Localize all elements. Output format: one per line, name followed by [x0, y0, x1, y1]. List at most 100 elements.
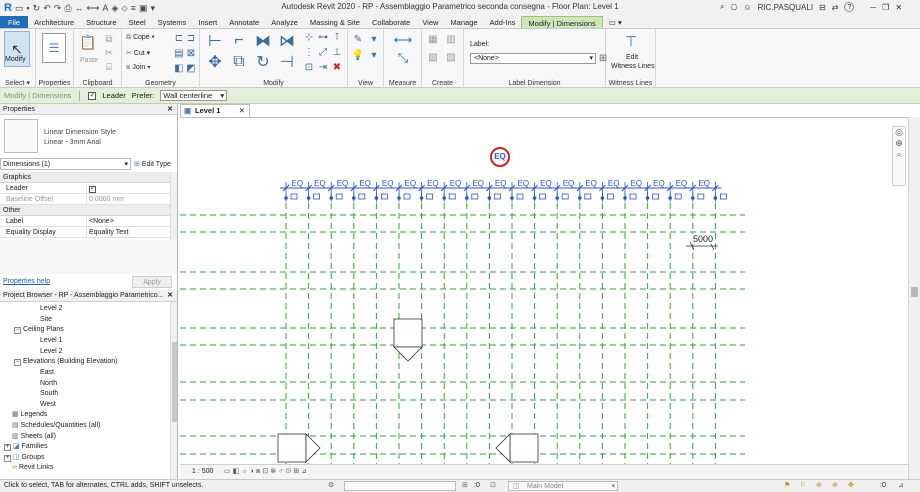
open-icon[interactable]: ▭ [15, 3, 24, 14]
canvas-scroll-thumb[interactable] [911, 287, 918, 297]
user-icon[interactable]: ☺ [743, 3, 751, 12]
group-other[interactable]: Other [0, 205, 170, 216]
tree-item-level-2[interactable]: Level 2 [40, 304, 63, 314]
tab-view[interactable]: View [416, 16, 444, 28]
mirror-axis-icon[interactable]: ⧓ [254, 32, 272, 50]
tree-item-groups[interactable]: + ◫ Groups [4, 453, 45, 463]
linework-icon[interactable]: ▾ [368, 33, 380, 45]
split-face-icon[interactable]: ⊐ [186, 33, 196, 44]
3d-view-icon[interactable]: ◈ [111, 3, 118, 14]
measure-icon[interactable]: ↔ [75, 3, 84, 13]
dimension-icon[interactable]: ⟷ [87, 3, 100, 14]
properties-help-link[interactable]: Properties help [3, 278, 50, 285]
canvas-vertical-scrollbar[interactable] [908, 117, 920, 479]
tab-analyze[interactable]: Analyze [265, 16, 304, 28]
tab-structure[interactable]: Structure [80, 16, 122, 28]
paint-icon[interactable]: ▤ [174, 48, 184, 59]
tree-item-north[interactable]: North [40, 379, 57, 389]
measure-between-icon[interactable]: ⟷ [388, 32, 418, 47]
override-graphics-icon[interactable]: ✎ [352, 33, 364, 45]
join-roof-icon[interactable]: ◩ [186, 63, 196, 74]
tree-item-south[interactable]: South [40, 389, 58, 399]
tab-file[interactable]: File [0, 16, 29, 28]
revit-logo-icon[interactable]: R [4, 2, 12, 14]
viewcube-icon[interactable]: ◎ [893, 127, 905, 138]
pin-icon[interactable]: ⊺ [332, 32, 342, 43]
section-icon[interactable]: ⬦ [121, 3, 127, 14]
steering-wheel-icon[interactable]: ⊕ [893, 138, 905, 149]
dimension-value-label[interactable]: 5000 [692, 234, 715, 244]
close-icon[interactable]: ✕ [895, 3, 902, 12]
thin-lines-icon[interactable]: ≡ [131, 3, 136, 13]
leader-checkbox[interactable]: ✓ [88, 91, 97, 100]
leader-prop-checkbox[interactable]: ✓ [86, 183, 168, 194]
select-pinned-icon[interactable]: ⊛ [816, 480, 822, 492]
view-tab-level-1[interactable]: ▣ Level 1 ✕ [180, 104, 250, 117]
delete-icon[interactable]: ✖ [332, 62, 342, 73]
align-icon[interactable]: ⊢ [206, 32, 224, 50]
properties-scrollbar[interactable] [170, 172, 177, 242]
type-selector[interactable]: Dimensions (1) ▾ [0, 158, 131, 170]
tree-item-west[interactable]: West [40, 400, 56, 410]
elevation-markers[interactable] [277, 318, 539, 463]
tree-item-ceiling-level-2[interactable]: Level 2 [40, 347, 63, 357]
tab-modify-dimensions[interactable]: Modify | Dimensions [521, 16, 603, 28]
copy-element-icon[interactable]: ⧉ [230, 53, 248, 71]
cut-tool[interactable]: ✂ Cut ▾ [126, 49, 150, 57]
redo-icon[interactable]: ↷ [54, 3, 62, 14]
select-links-icon[interactable]: ⚑ [784, 480, 790, 492]
restore-icon[interactable]: ❐ [882, 3, 889, 12]
drag-elements-icon[interactable]: ✥ [848, 480, 854, 492]
tab-massing-site[interactable]: Massing & Site [304, 16, 366, 28]
tree-item-ceiling-plans[interactable]: − Ceiling Plans [14, 325, 64, 335]
main-model-select[interactable]: ◫ Main Model ▾ [508, 481, 618, 491]
trim-icon[interactable]: ⊣ [278, 53, 296, 71]
type-properties-button[interactable]: ☰ [42, 33, 66, 63]
paste-button[interactable]: 📋 [79, 33, 96, 51]
zoom-icon[interactable]: ⌕ [893, 149, 905, 160]
unpin-icon[interactable]: ⊥ [332, 47, 342, 58]
tab-insert[interactable]: Insert [192, 16, 223, 28]
tab-add-ins[interactable]: Add-Ins [484, 16, 522, 28]
filter-icon[interactable]: ⊿ [898, 480, 904, 492]
cut-clipboard-icon[interactable]: ✂ [102, 47, 116, 59]
drawing-canvas[interactable]: EQ EQ EQ EQ EQ EQ EQ EQ EQ EQ EQ EQ EQ EQ EQ EQ EQ EQ EQ E… [180, 117, 908, 465]
floor-plan-svg[interactable]: EQ EQ EQ EQ EQ EQ EQ EQ EQ EQ EQ EQ EQ EQ EQ EQ EQ EQ EQ [180, 118, 908, 465]
text-icon[interactable]: A [102, 3, 108, 13]
edit-type-button[interactable]: ⊞ Edit Type [134, 160, 171, 168]
select-panel-label[interactable]: Select ▾ [0, 79, 35, 87]
select-underlay-icon[interactable]: ⚐ [800, 480, 806, 492]
tree-item-families[interactable]: + ◪ Families [4, 442, 48, 452]
tree-item-sheets[interactable]: ▥ Sheets (all) [12, 432, 56, 442]
tab-architecture[interactable]: Architecture [28, 16, 80, 28]
extend-icon[interactable]: ⇥ [318, 62, 328, 73]
browser-scroll-thumb[interactable] [172, 342, 177, 422]
tab-manage[interactable]: Manage [444, 16, 483, 28]
prefer-select[interactable]: Wall centerline ▾ [160, 90, 228, 101]
cope-tool[interactable]: ⧉ Cope ▾ [126, 34, 155, 42]
infocenter-icon[interactable]: ⎔ [730, 3, 737, 12]
save-icon[interactable]: ▪ [26, 3, 29, 13]
print-icon[interactable]: ⎙ [64, 3, 71, 14]
minimize-icon[interactable]: ─ [870, 3, 876, 12]
prop-value[interactable]: Equality Text [86, 227, 168, 238]
split-gap-icon[interactable]: ⊶ [318, 32, 328, 43]
tree-item-elevations[interactable]: − Elevations (Building Elevation) [14, 357, 118, 367]
edit-witness-lines-icon[interactable]: ⊤ [622, 32, 640, 50]
tab-switch-toggle[interactable]: ▭ ▾ [603, 16, 628, 28]
user-name[interactable]: RIC.PASQUALI [758, 3, 813, 12]
join-tool[interactable]: ⧈ Join ▾ [126, 64, 151, 72]
label-select[interactable]: <None> ▾ [470, 53, 596, 64]
create-similar-icon[interactable]: ▦ [426, 32, 440, 46]
close-icon[interactable]: ✕ [167, 290, 173, 301]
tree-item-site[interactable]: Site [40, 315, 52, 325]
tab-systems[interactable]: Systems [152, 16, 193, 28]
rotate-icon[interactable]: ↻ [254, 53, 272, 71]
exchange-icon[interactable]: ⇄ [832, 3, 839, 12]
sync-icon[interactable]: ↻ [33, 3, 41, 14]
create-group-icon[interactable]: ▧ [426, 50, 440, 64]
active-workset[interactable] [344, 481, 456, 491]
eq-toggle[interactable]: EQ [490, 147, 510, 167]
create-parts-icon[interactable]: ▥ [444, 32, 458, 46]
mirror-draw-icon[interactable]: ⧒ [278, 32, 296, 50]
